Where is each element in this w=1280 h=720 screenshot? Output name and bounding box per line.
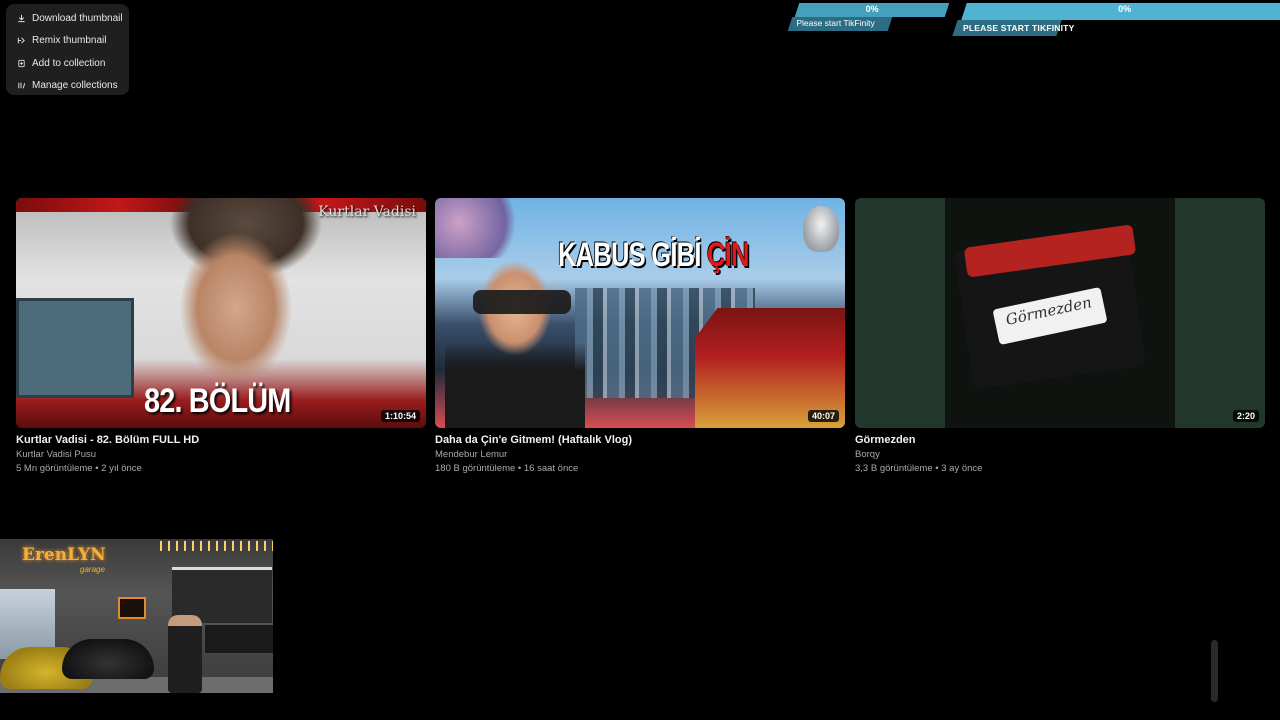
tikfinity-percent: 0%: [865, 4, 879, 14]
video-title[interactable]: Görmezden: [855, 434, 1265, 446]
thumb-decoration: [160, 541, 273, 551]
tikfinity-progress-bar: 0%: [961, 3, 1280, 20]
video-title[interactable]: Kurtlar Vadisi - 82. Bölüm FULL HD: [16, 434, 426, 446]
menu-item-label: Download thumbnail: [32, 12, 123, 24]
video-thumbnail[interactable]: Kurtlar Vadisi 82. BÖLÜM 1:10:54: [16, 198, 426, 428]
video-card[interactable]: Görmezden 2:20 Görmezden Borqy 3,3 B gör…: [855, 198, 1265, 474]
thumb-neon-sign: ErenLYN: [22, 545, 106, 565]
menu-item-label: Add to collection: [32, 57, 106, 69]
thumb-text-main: KABUS GİBİ: [558, 236, 708, 274]
video-duration: 2:20: [1232, 410, 1259, 422]
tikfinity-progress-bar: 0%: [794, 3, 950, 17]
tikfinity-widget-small: 0% Please start TikFinity: [787, 2, 952, 32]
thumb-robot: [803, 206, 839, 252]
thumb-brand-text: Kurtlar Vadisi: [318, 204, 416, 220]
download-icon: [16, 13, 26, 23]
video-duration: 40:07: [807, 410, 839, 422]
video-card[interactable]: KABUS GİBİ ÇİN 40:07 Daha da Çin'e Gitme…: [435, 198, 845, 474]
remix-icon: [16, 36, 26, 46]
thumb-decoration: [1175, 198, 1265, 428]
video-meta: 3,3 B görüntüleme • 3 ay önce: [855, 463, 983, 474]
thumb-neon-sign-sub: garage: [80, 565, 105, 574]
mini-video-thumbnail[interactable]: ErenLYN garage: [0, 539, 273, 693]
thumb-decoration: [473, 290, 571, 314]
thumb-decoration: [62, 639, 154, 679]
video-thumbnail[interactable]: Görmezden 2:20: [855, 198, 1265, 428]
tikfinity-widget-large: 0% PLEASE START TIKFINITY: [952, 2, 1280, 38]
video-meta: 180 B görüntüleme • 16 saat önce: [435, 463, 579, 474]
tikfinity-label: Please start TikFinity: [796, 18, 875, 28]
channel-name[interactable]: Kurtlar Vadisi Pusu: [16, 449, 426, 460]
tikfinity-label-box: Please start TikFinity: [787, 17, 893, 31]
menu-item-label: Remix thumbnail: [32, 35, 107, 47]
thumb-decoration: [855, 198, 945, 428]
thumb-decoration: [16, 298, 134, 398]
menu-item-remix-thumbnail[interactable]: Remix thumbnail: [6, 30, 129, 53]
thumb-overlay-text: KABUS GİBİ ÇİN: [558, 236, 749, 275]
video-duration: 1:10:54: [380, 410, 420, 422]
thumb-decoration: [118, 597, 146, 619]
menu-item-manage-collections[interactable]: Manage collections: [6, 75, 129, 98]
tikfinity-label-box: PLEASE START TIKFINITY: [952, 20, 1074, 36]
collection-add-icon: [16, 58, 26, 68]
scrollbar-thumb[interactable]: [1211, 640, 1218, 702]
video-thumbnail[interactable]: KABUS GİBİ ÇİN 40:07: [435, 198, 845, 428]
menu-item-download-thumbnail[interactable]: Download thumbnail: [6, 7, 129, 30]
thumb-person: [168, 615, 202, 693]
thumb-overlay-text: 82. BÖLÜM: [144, 382, 291, 420]
thumbnail-context-menu: Download thumbnail Remix thumbnail Add t…: [6, 4, 129, 95]
channel-name[interactable]: Mendebur Lemur: [435, 449, 845, 460]
video-meta: 5 Mn görüntüleme • 2 yıl önce: [16, 463, 142, 474]
video-title[interactable]: Daha da Çin'e Gitmem! (Haftalık Vlog): [435, 434, 845, 446]
thumb-decoration: [205, 623, 273, 653]
menu-item-label: Manage collections: [32, 80, 118, 92]
channel-name[interactable]: Borqy: [855, 449, 1265, 460]
tikfinity-percent: 0%: [1118, 4, 1132, 14]
video-card[interactable]: Kurtlar Vadisi 82. BÖLÜM 1:10:54 Kurtlar…: [16, 198, 426, 474]
thumb-text-accent: ÇİN: [707, 236, 749, 274]
tikfinity-label: PLEASE START TIKFINITY: [963, 23, 1075, 33]
collections-icon: [16, 81, 26, 91]
menu-item-add-to-collection[interactable]: Add to collection: [6, 52, 129, 75]
